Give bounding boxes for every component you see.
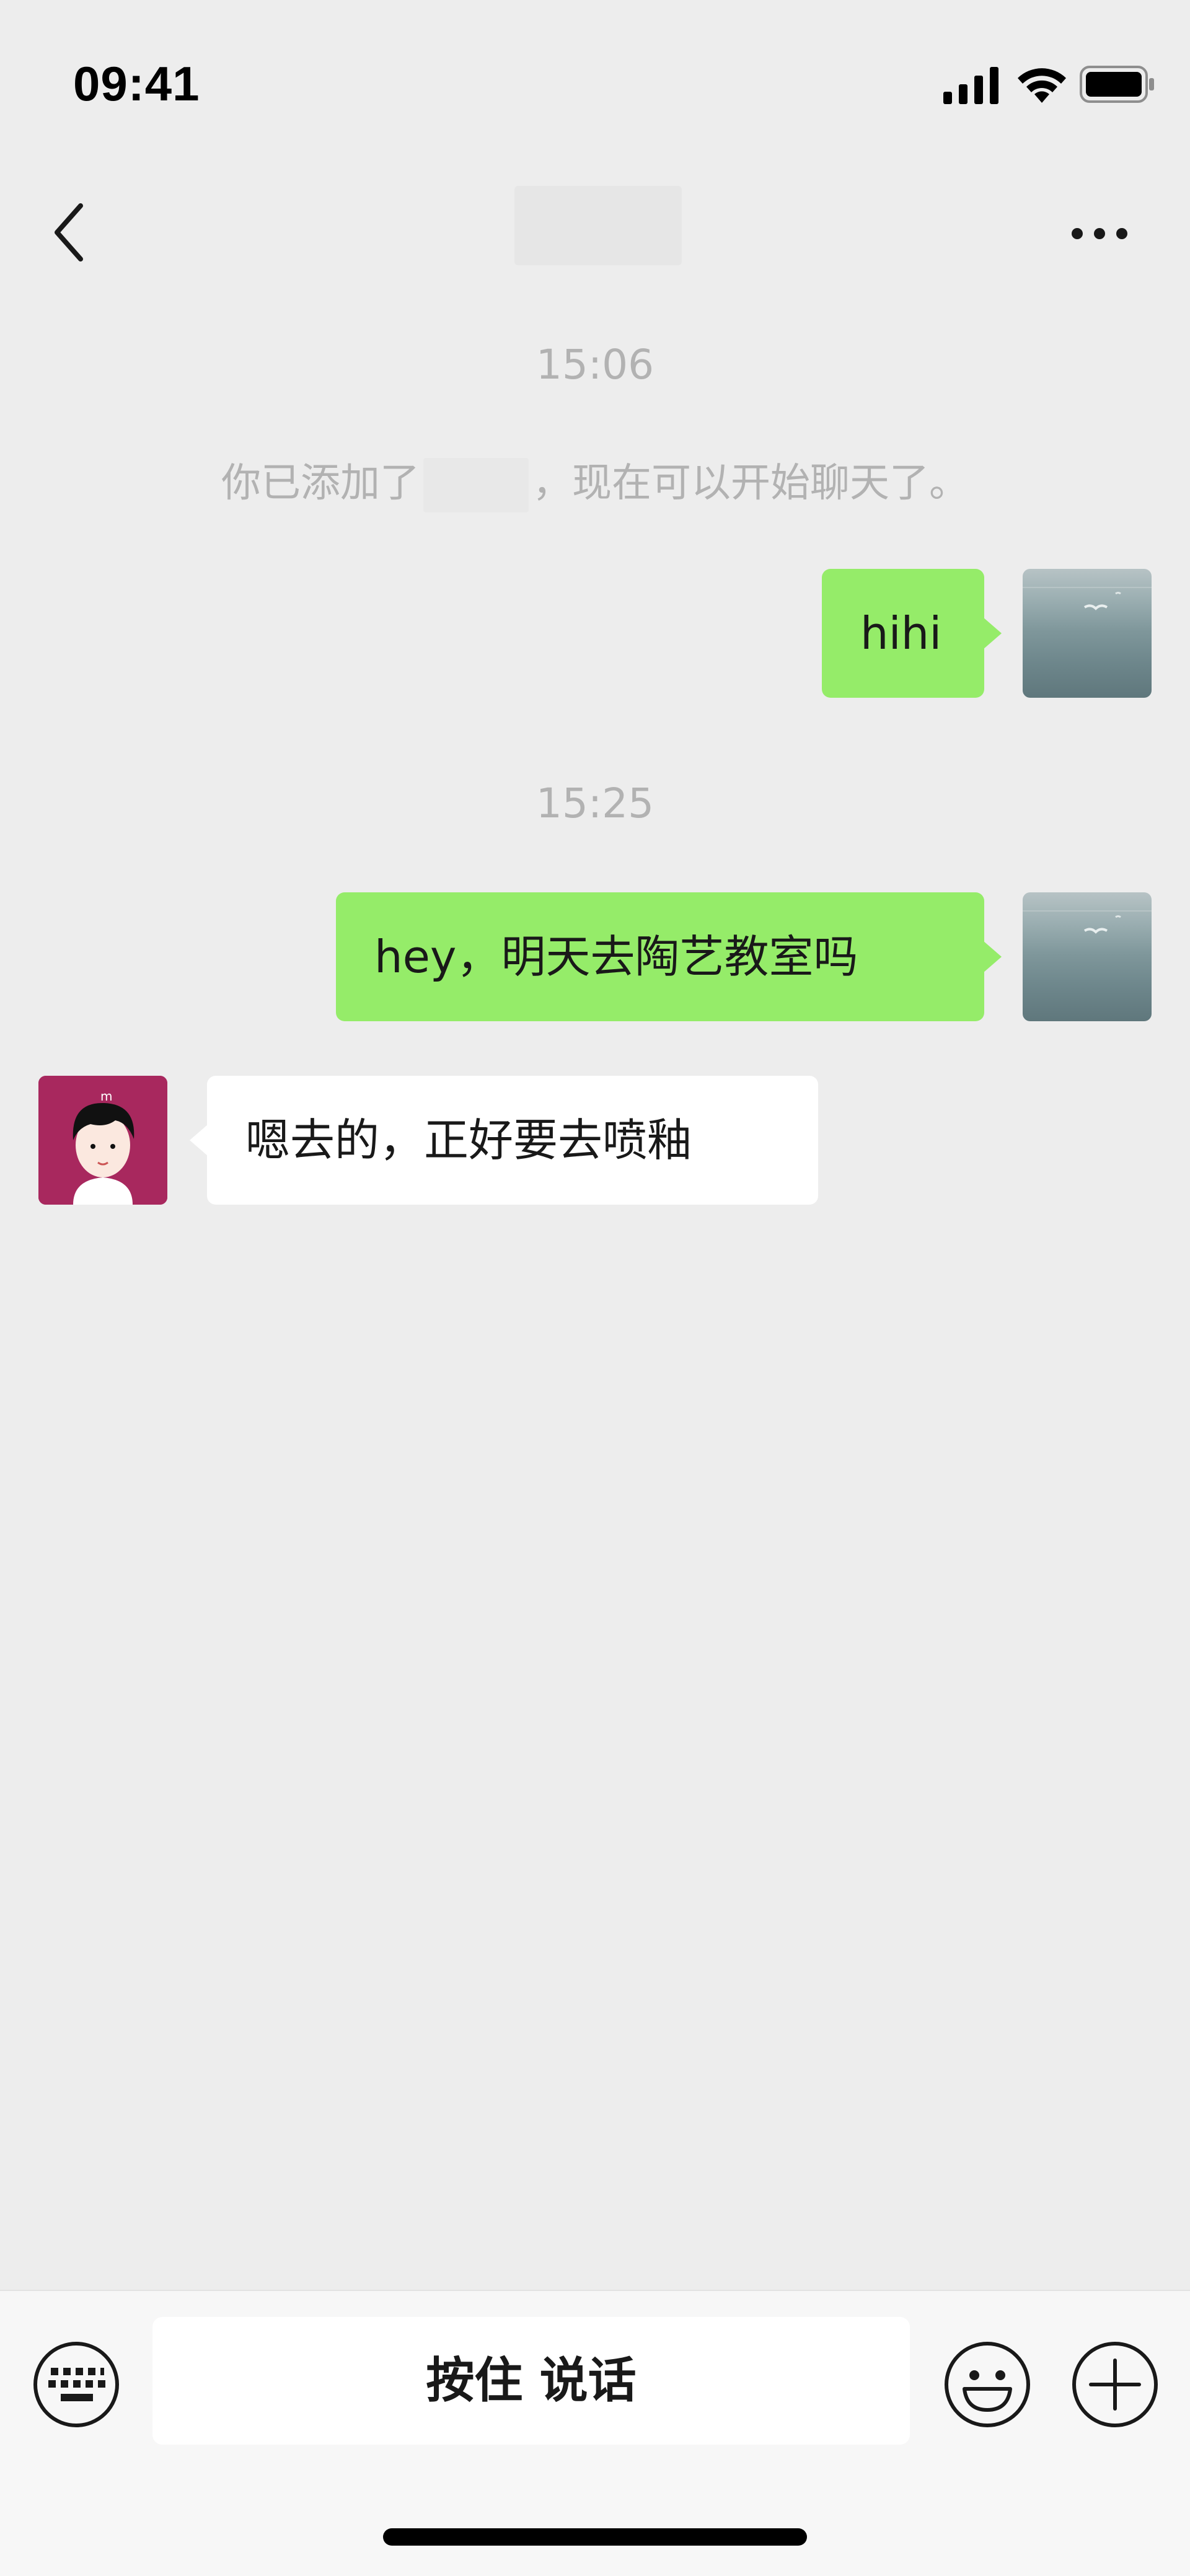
- message-timestamp: 15:25: [536, 780, 654, 827]
- system-message-text-before: 你已添加了: [221, 460, 420, 506]
- system-message: 你已添加了 ，现在可以开始聊天了。: [0, 451, 1190, 513]
- emoji-icon[interactable]: [943, 2341, 1031, 2429]
- signal-icon: [943, 67, 998, 104]
- keyboard-icon[interactable]: [32, 2341, 120, 2429]
- plus-icon[interactable]: [1071, 2341, 1159, 2429]
- my-avatar[interactable]: [1023, 569, 1152, 698]
- status-time: 09:41: [73, 56, 200, 111]
- cartoon-boy-avatar-image: m: [38, 1076, 167, 1205]
- chat-title: [514, 186, 682, 265]
- back-icon[interactable]: [45, 198, 94, 266]
- redacted-contact-name: [423, 458, 529, 513]
- wifi-icon: [1018, 68, 1066, 103]
- message-timestamp: 15:06: [536, 341, 654, 389]
- outgoing-message-bubble[interactable]: hihi: [822, 569, 1002, 698]
- more-icon[interactable]: [1069, 218, 1130, 249]
- home-indicator: [383, 2528, 807, 2546]
- status-bar: 09:41: [0, 0, 1190, 161]
- system-message-text-after: ，现在可以开始聊天了。: [532, 460, 969, 506]
- battery-icon: [1080, 66, 1154, 103]
- nav-bar: [0, 161, 1190, 292]
- seagull-image: [1023, 910, 1152, 934]
- my-avatar[interactable]: [1023, 892, 1152, 1021]
- outgoing-message-bubble[interactable]: hey，明天去陶艺教室吗: [336, 892, 1002, 1021]
- incoming-message-bubble[interactable]: 嗯去的，正好要去喷釉: [190, 1076, 818, 1205]
- seagull-image: [1023, 587, 1152, 610]
- svg-text:m: m: [100, 1089, 112, 1104]
- hold-to-talk-button[interactable]: 按住 说话: [152, 2317, 910, 2445]
- contact-avatar[interactable]: m: [38, 1076, 167, 1205]
